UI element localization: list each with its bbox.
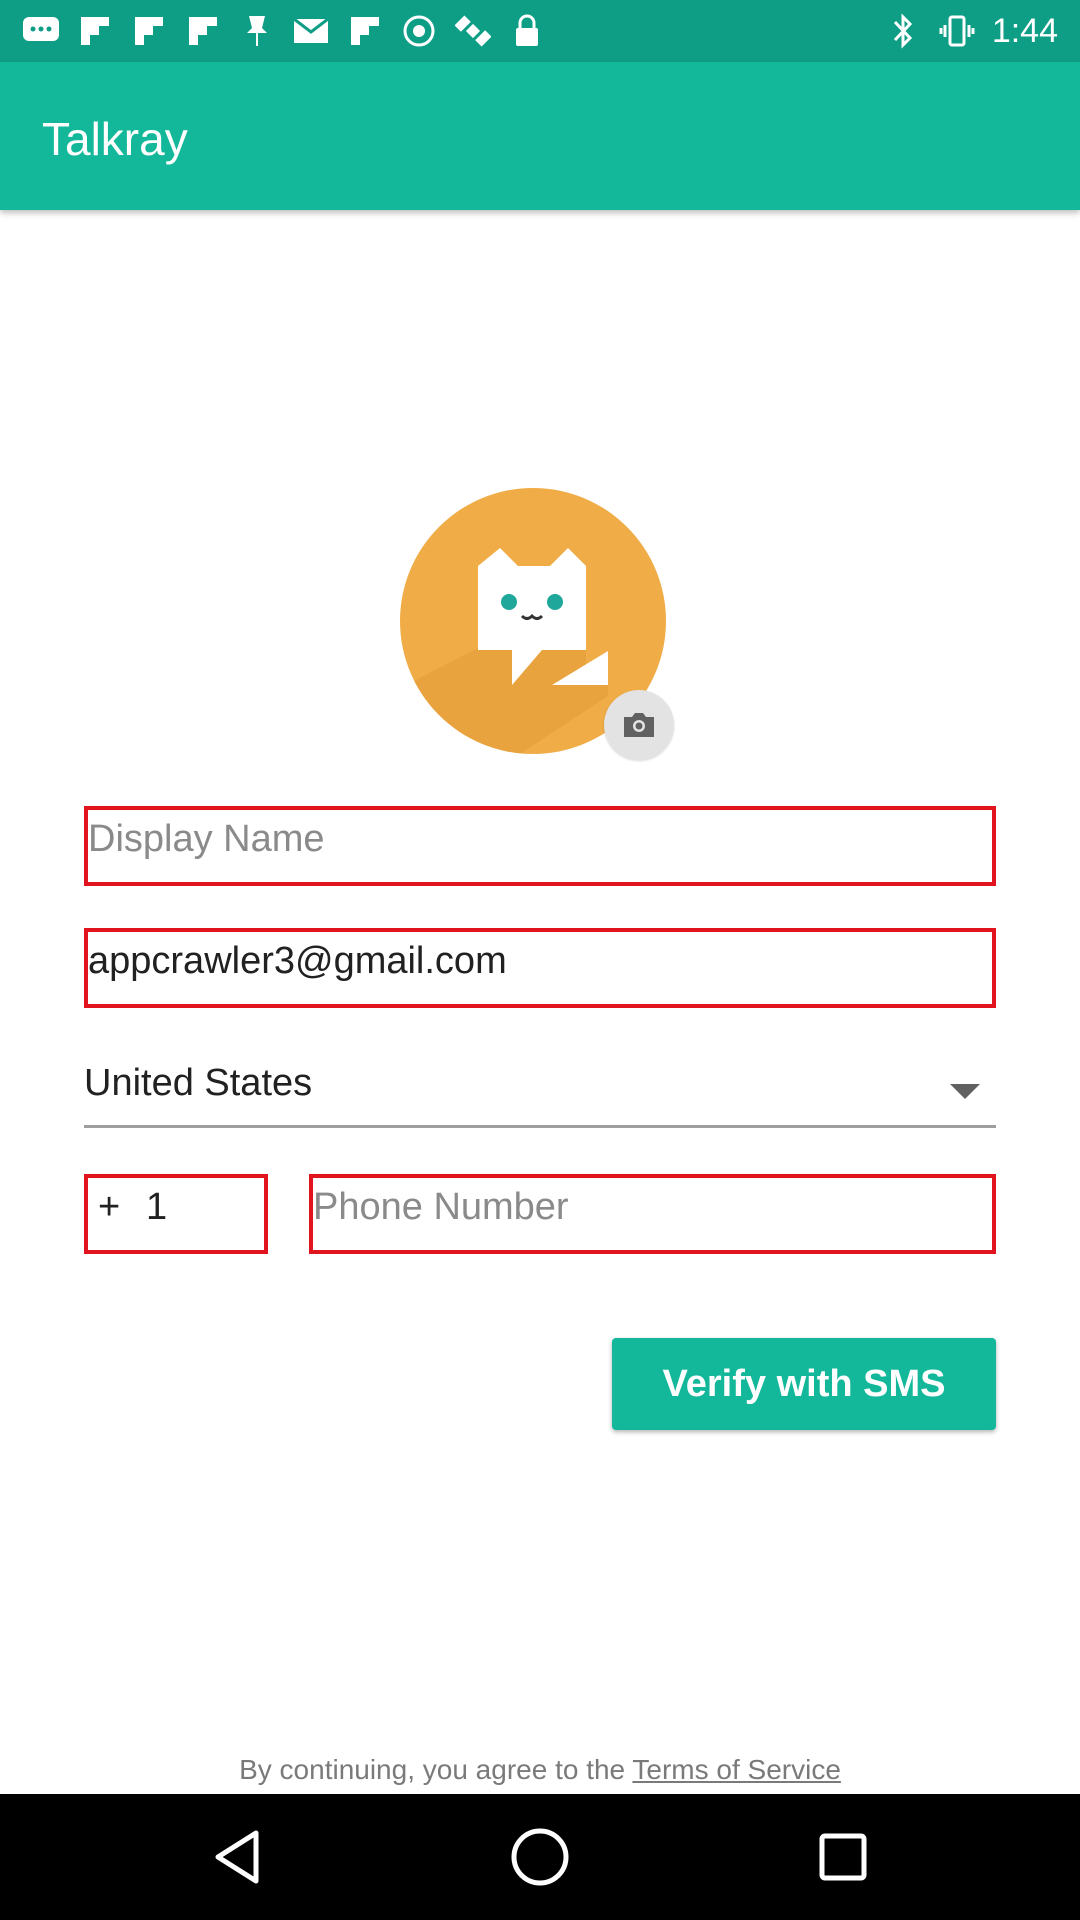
vibrate-icon [938, 12, 976, 50]
country-code-prefix: + [98, 1186, 121, 1228]
fake-gps-icon [400, 12, 438, 50]
country-code-input[interactable] [146, 1186, 322, 1229]
verify-sms-button[interactable]: Verify with SMS [612, 1338, 996, 1430]
phone-number-field[interactable] [309, 1174, 996, 1254]
bluetooth-icon [884, 12, 922, 50]
flipboard-icon [76, 12, 114, 50]
flipboard-icon [130, 12, 168, 50]
phone-number-input[interactable] [313, 1186, 992, 1229]
clock: 1:44 [991, 11, 1058, 50]
home-icon[interactable] [507, 1824, 573, 1890]
satellite-icon [454, 12, 492, 50]
terms-notice: By continuing, you agree to the Terms of… [0, 1754, 1080, 1786]
back-icon[interactable] [204, 1824, 270, 1890]
email-field[interactable] [84, 928, 996, 1008]
app-bar: Talkray [0, 62, 1080, 210]
email-input[interactable] [88, 940, 992, 983]
system-icons: 1:44 [884, 8, 1058, 54]
country-code-field[interactable]: + [84, 1174, 322, 1254]
notification-icons [22, 8, 546, 54]
mail-icon [292, 12, 330, 50]
camera-icon[interactable] [604, 690, 674, 760]
pin-icon [238, 12, 276, 50]
display-name-field[interactable] [84, 806, 996, 886]
lock-icon [508, 12, 546, 50]
country-dropdown[interactable]: United States [84, 1050, 996, 1128]
recent-apps-icon[interactable] [810, 1824, 876, 1890]
status-bar: 1:44 [0, 0, 1080, 62]
messages-icon [22, 12, 60, 50]
terms-text: By continuing, you agree to the [239, 1754, 633, 1785]
terms-of-service-link[interactable]: Terms of Service [632, 1754, 841, 1785]
country-selected: United States [84, 1062, 313, 1104]
dropdown-arrow-icon [950, 1084, 980, 1099]
flipboard-icon [184, 12, 222, 50]
flipboard-icon [346, 12, 384, 50]
app-title: Talkray [42, 113, 188, 165]
display-name-input[interactable] [88, 818, 992, 861]
navigation-bar [0, 1794, 1080, 1920]
